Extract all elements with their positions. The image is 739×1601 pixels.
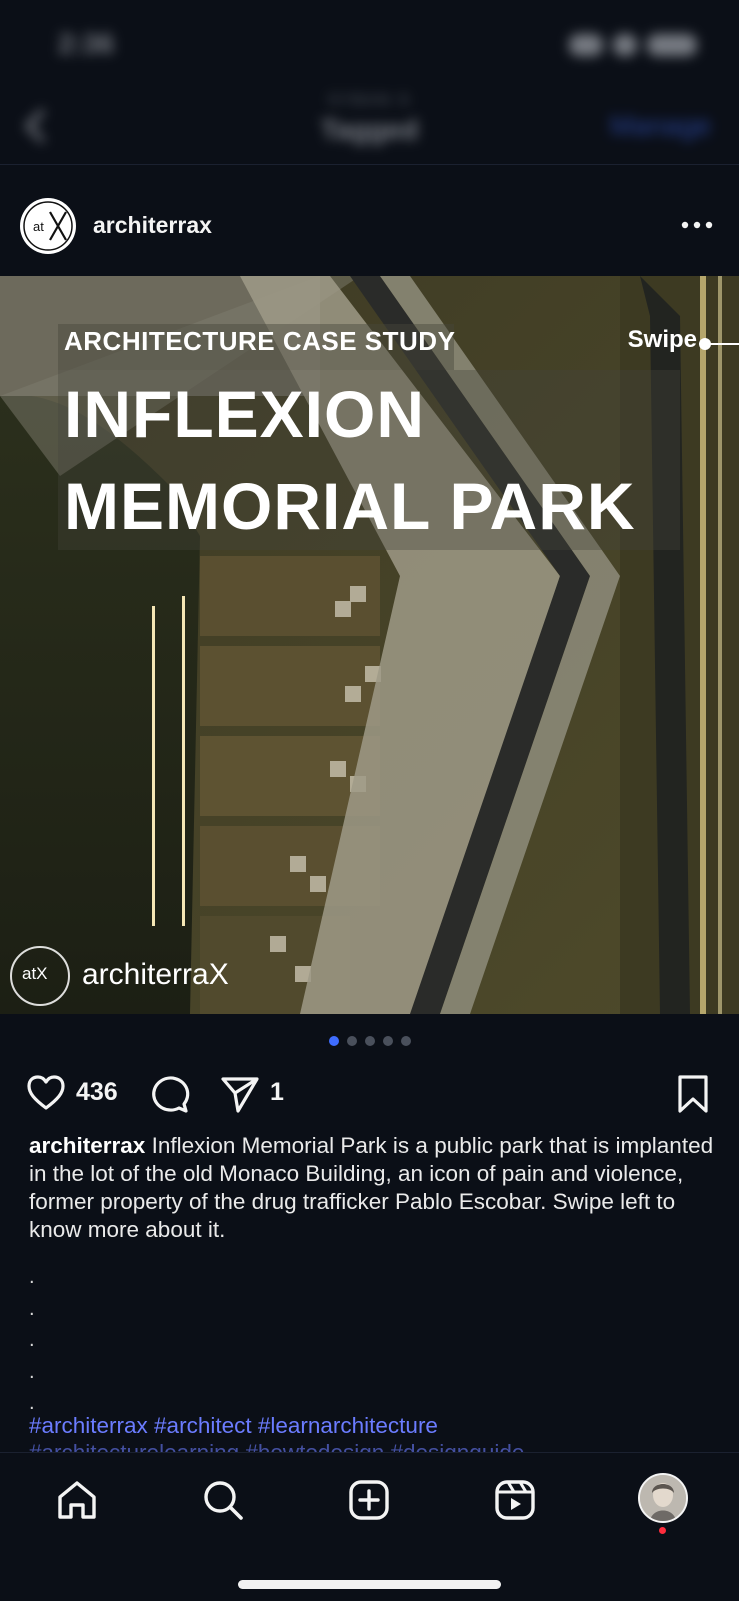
headline-line-1: INFLEXION bbox=[64, 377, 426, 451]
watermark-text: architerraX bbox=[82, 958, 229, 991]
dot-line: . bbox=[29, 1266, 35, 1288]
reels-icon[interactable] bbox=[494, 1479, 536, 1521]
dot-line: . bbox=[29, 1297, 35, 1320]
status-bar: 2:36 bbox=[0, 0, 739, 88]
swipe-arrow-dot bbox=[699, 338, 711, 350]
post-header: at architerrax bbox=[0, 190, 739, 264]
heart-icon[interactable] bbox=[26, 1074, 66, 1112]
swipe-hint: Swipe bbox=[627, 326, 697, 353]
search-icon[interactable] bbox=[202, 1479, 244, 1521]
nav-subtitle: SYBAN S bbox=[327, 92, 412, 109]
watermark-logo-text: atX bbox=[22, 964, 48, 983]
comment-icon[interactable] bbox=[148, 1074, 190, 1114]
headline-line-2: MEMORIAL PARK bbox=[64, 469, 636, 543]
carousel-dot bbox=[346, 1036, 357, 1046]
status-time: 2:36 bbox=[58, 28, 115, 59]
carousel-dot bbox=[400, 1036, 411, 1046]
system-icons bbox=[569, 30, 699, 58]
dot-line: . bbox=[29, 1360, 35, 1383]
image-kicker: ARCHITECTURE CASE STUDY bbox=[64, 326, 456, 356]
carousel-dot bbox=[382, 1036, 393, 1046]
bottom-tab-bar bbox=[0, 1452, 739, 1601]
manage-button[interactable]: Manage bbox=[610, 110, 711, 142]
profile-photo bbox=[640, 1475, 686, 1521]
top-navigation: SYBAN S Tagged Manage bbox=[0, 88, 739, 165]
caption-username[interactable]: architerrax bbox=[29, 1133, 145, 1158]
caption-dot-lines: . . . . . bbox=[29, 1262, 35, 1420]
post-username[interactable]: architerrax bbox=[93, 212, 212, 239]
post-actions: 436 1 bbox=[0, 1066, 739, 1118]
like-count[interactable]: 436 bbox=[76, 1078, 118, 1107]
home-icon[interactable] bbox=[56, 1479, 98, 1521]
post-caption: architerrax Inflexion Memorial Park is a… bbox=[29, 1132, 719, 1244]
plus-square-icon[interactable] bbox=[348, 1479, 390, 1521]
home-indicator bbox=[238, 1580, 501, 1589]
bookmark-icon[interactable] bbox=[676, 1074, 710, 1114]
carousel-dot bbox=[364, 1036, 375, 1046]
post-image[interactable]: ARCHITECTURE CASE STUDY Swipe INFLEXION … bbox=[0, 276, 739, 1014]
svg-text:at: at bbox=[33, 219, 44, 234]
dot-line: . bbox=[29, 1329, 35, 1351]
send-icon[interactable] bbox=[220, 1074, 260, 1114]
carousel-dot-active bbox=[328, 1036, 339, 1046]
profile-avatar[interactable] bbox=[638, 1473, 688, 1523]
notification-dot bbox=[659, 1527, 666, 1534]
image-headline: INFLEXION MEMORIAL PARK bbox=[64, 368, 724, 552]
hashtags-cut-off[interactable]: #architecturelearning #howtodesign #desi… bbox=[29, 1440, 719, 1452]
carousel-indicator bbox=[0, 1033, 739, 1051]
share-count[interactable]: 1 bbox=[270, 1078, 284, 1107]
account-avatar[interactable]: at bbox=[20, 198, 76, 254]
more-horizontal-icon[interactable] bbox=[679, 212, 715, 238]
watermark-logo: atX bbox=[10, 946, 70, 1006]
